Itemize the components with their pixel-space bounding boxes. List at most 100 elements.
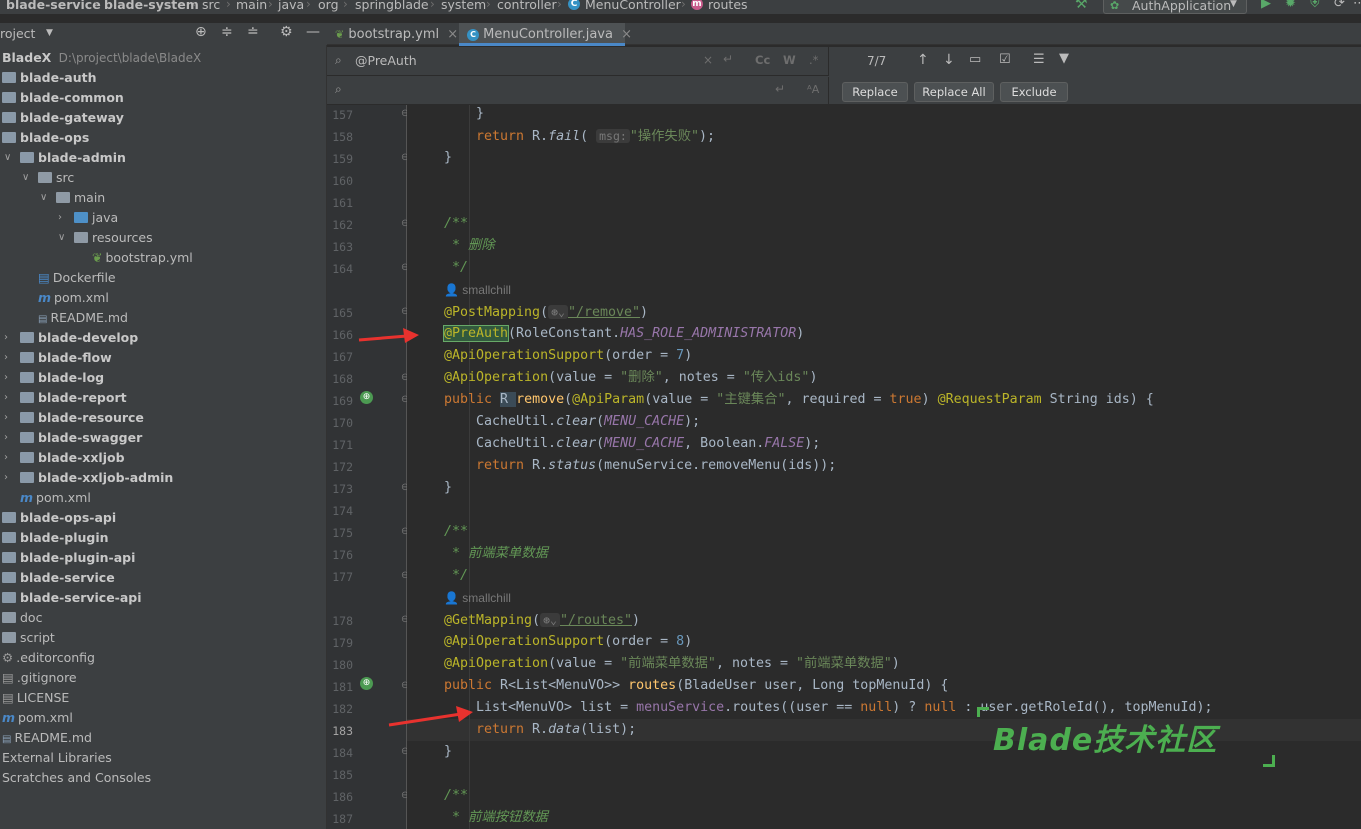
tree-folder[interactable]: resources — [74, 228, 153, 248]
chevron-right-icon[interactable]: › — [58, 212, 62, 223]
chevron-right-icon[interactable]: › — [4, 452, 8, 463]
author-hint[interactable]: 👤 smallchill — [444, 279, 511, 301]
chevron-down-icon[interactable]: ∨ — [58, 232, 65, 243]
replace-all-button[interactable]: Replace All — [914, 82, 994, 102]
code-editor[interactable]: } return R.fail( msg: "操作失败"); } /** * 删除… — [407, 105, 1361, 829]
locate-icon[interactable]: ⊕ — [195, 24, 207, 40]
tree-module[interactable]: blade-flow — [20, 348, 112, 368]
tree-file[interactable]: ▤ .gitignore — [2, 668, 77, 688]
tree-folder[interactable]: doc — [2, 608, 42, 628]
chevron-right-icon[interactable]: › — [4, 372, 8, 383]
chevron-down-icon[interactable]: ∨ — [4, 152, 11, 163]
dropdown-icon[interactable]: ▼ — [46, 28, 53, 38]
tree-folder[interactable]: java — [74, 208, 118, 228]
tree-module[interactable]: blade-auth — [2, 68, 97, 88]
tree-module[interactable]: blade-ops-api — [2, 508, 116, 528]
regex-toggle[interactable]: .* — [809, 53, 818, 67]
tree-file[interactable]: m pom.xml — [38, 288, 109, 308]
tree-module[interactable]: blade-service-api — [2, 588, 142, 608]
replace-button[interactable]: Replace — [842, 82, 908, 102]
tab-bootstrap-yml[interactable]: ❦ bootstrap.yml × — [327, 23, 458, 46]
collapse-all-icon[interactable]: ≐ — [247, 24, 259, 40]
profile-icon[interactable]: ⟳ — [1334, 0, 1345, 11]
multiline-icon[interactable]: ☰ — [1033, 52, 1045, 67]
tree-file[interactable]: ▤ Dockerfile — [38, 268, 116, 288]
breadcrumb-item[interactable]: routes — [708, 0, 748, 12]
breadcrumb-item[interactable]: springblade — [355, 0, 429, 12]
chevron-right-icon[interactable]: › — [4, 412, 8, 423]
clear-icon[interactable]: × — [703, 53, 713, 67]
next-occurrence-icon[interactable]: ↓ — [943, 52, 955, 68]
search-input[interactable]: @PreAuth — [355, 53, 417, 68]
minimize-icon[interactable]: — — [306, 24, 320, 40]
tree-module[interactable]: blade-develop — [20, 328, 138, 348]
close-icon[interactable]: × — [621, 27, 632, 42]
exclude-button[interactable]: Exclude — [1000, 82, 1068, 102]
tab-menucontroller-java[interactable]: C MenuController.java × — [459, 23, 632, 46]
tree-module[interactable]: blade-report — [20, 388, 127, 408]
tree-scratches[interactable]: Scratches and Consoles — [2, 768, 151, 788]
tree-file[interactable]: m pom.xml — [20, 488, 91, 508]
debug-icon[interactable]: ✹ — [1285, 0, 1296, 11]
breadcrumb-item[interactable]: system — [441, 0, 486, 12]
author-hint[interactable]: 👤 smallchill — [444, 587, 511, 609]
tree-module[interactable]: blade-plugin-api — [2, 548, 135, 568]
newline-icon[interactable]: ↵ — [723, 52, 733, 66]
tree-external-libraries[interactable]: External Libraries — [2, 748, 112, 768]
in-selection-icon[interactable]: ☑ — [999, 52, 1011, 67]
whole-word-toggle[interactable]: W — [783, 53, 796, 67]
preserve-case-toggle[interactable]: ᴬA — [807, 83, 819, 96]
chevron-right-icon[interactable]: › — [4, 472, 8, 483]
tree-file[interactable]: m pom.xml — [2, 708, 73, 728]
breadcrumb-item[interactable]: org — [318, 0, 339, 12]
chevron-right-icon[interactable]: › — [4, 352, 8, 363]
breadcrumb-item[interactable]: main — [236, 0, 267, 12]
tree-module[interactable]: blade-gateway — [2, 108, 124, 128]
filter-icon[interactable]: ▼ — [1059, 51, 1069, 66]
breadcrumb-item[interactable]: MenuController — [585, 0, 681, 12]
breadcrumb-item[interactable]: blade-service — [6, 0, 101, 12]
tree-module[interactable]: blade-service — [2, 568, 115, 588]
run-config-select[interactable]: ✿ AuthApplication ▼ — [1103, 0, 1247, 14]
match-case-toggle[interactable]: Cc — [755, 53, 770, 67]
tree-module[interactable]: blade-xxljob-admin — [20, 468, 173, 488]
chevron-down-icon[interactable]: ∨ — [40, 192, 47, 203]
select-all-occurrences-icon[interactable]: ▭ — [969, 52, 981, 67]
tree-module[interactable]: blade-ops — [2, 128, 89, 148]
tree-file[interactable]: ⚙ .editorconfig — [2, 648, 95, 668]
newline-icon[interactable]: ↵ — [775, 82, 785, 96]
chevron-right-icon[interactable]: › — [4, 332, 8, 343]
tree-module[interactable]: blade-xxljob — [20, 448, 125, 468]
tree-folder[interactable]: src — [38, 168, 74, 188]
chevron-right-icon[interactable]: › — [4, 432, 8, 443]
tree-file[interactable]: ▤ README.md — [2, 728, 92, 748]
globe-icon[interactable]: ⊛⌄ — [548, 305, 568, 319]
close-icon[interactable]: × — [447, 27, 458, 42]
endpoint-icon[interactable]: ⊕ — [360, 677, 373, 690]
tree-file[interactable]: ▤ README.md — [38, 308, 128, 328]
expand-all-icon[interactable]: ≑ — [221, 24, 233, 40]
tree-module[interactable]: blade-admin — [20, 148, 126, 168]
tree-root[interactable]: BladeX D:\project\blade\BladeX — [2, 48, 201, 68]
project-view-label[interactable]: roject — [0, 26, 35, 41]
more-icon[interactable]: ⋯ — [1353, 0, 1361, 11]
chevron-down-icon[interactable]: ∨ — [22, 172, 29, 183]
tree-folder[interactable]: main — [56, 188, 105, 208]
globe-icon[interactable]: ⊛⌄ — [540, 613, 560, 627]
tree-file[interactable]: ▤ LICENSE — [2, 688, 69, 708]
gear-icon[interactable]: ⚙ — [280, 24, 293, 40]
breadcrumb-item[interactable]: controller — [497, 0, 557, 12]
chevron-right-icon[interactable]: › — [4, 392, 8, 403]
breadcrumb-item[interactable]: blade-system — [104, 0, 199, 12]
tree-module[interactable]: blade-resource — [20, 408, 144, 428]
breadcrumb-item[interactable]: src — [202, 0, 220, 12]
tree-module[interactable]: blade-plugin — [2, 528, 109, 548]
tree-module[interactable]: blade-common — [2, 88, 124, 108]
search-icon[interactable]: ⌕ — [335, 53, 342, 68]
tree-file[interactable]: ❦ bootstrap.yml — [92, 248, 193, 268]
hammer-icon[interactable]: ⚒ — [1075, 0, 1088, 12]
endpoint-icon[interactable]: ⊕ — [360, 391, 373, 404]
tree-folder[interactable]: script — [2, 628, 55, 648]
previous-occurrence-icon[interactable]: ↑ — [917, 52, 929, 68]
breadcrumb-item[interactable]: java — [278, 0, 304, 12]
